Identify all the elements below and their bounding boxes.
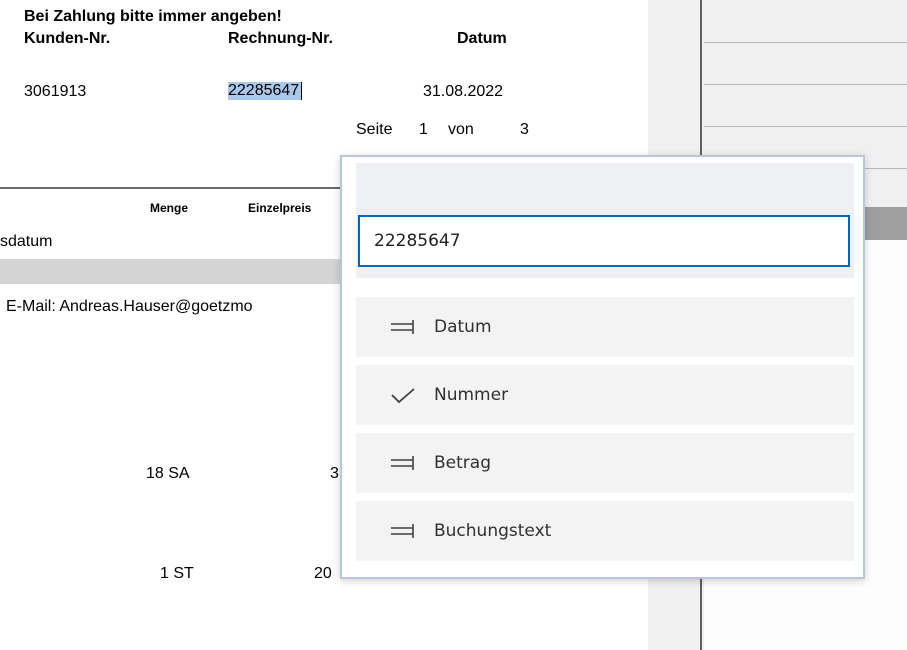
row-2-quantity: 1 ST	[160, 565, 194, 582]
date-value: 31.08.2022	[423, 83, 504, 100]
value-input[interactable]: 22285647	[358, 215, 850, 267]
column-quantity-header: Menge	[150, 201, 189, 215]
customer-number-value: 3061913	[24, 83, 87, 100]
side-panel-row-line	[704, 126, 907, 127]
invoice-number-value[interactable]: 22285647	[228, 82, 303, 100]
row-1-quantity: 18 SA	[146, 465, 190, 482]
assign-arrows-icon	[391, 456, 414, 470]
customer-number-label: Kunden-Nr.	[24, 30, 111, 47]
email-text: E-Mail: Andreas.Hauser@goetzmo	[6, 298, 253, 315]
option-label: Buchungstext	[434, 521, 552, 541]
page-current: 1	[419, 121, 428, 138]
column-unit-price-header: Einzelpreis	[248, 201, 312, 215]
side-panel-row-line	[704, 42, 907, 43]
side-panel-row-line	[704, 84, 907, 85]
page-of-label: von	[448, 121, 474, 138]
option-datum[interactable]: Datum	[356, 297, 854, 357]
row-2-price: 20	[314, 565, 332, 582]
row-1-price: 3	[330, 465, 339, 482]
page-total: 3	[520, 121, 529, 138]
assign-arrows-icon	[391, 524, 414, 538]
assign-arrows-icon	[391, 320, 414, 334]
checkmark-icon	[391, 388, 415, 404]
page-label: Seite	[356, 121, 393, 138]
option-label: Betrag	[434, 453, 491, 473]
option-nummer[interactable]: Nummer	[356, 365, 854, 425]
delivery-date-label: sdatum	[0, 233, 53, 250]
field-assign-popup: 22285647 Datum Nummer Betrag Buchungstex…	[340, 155, 865, 579]
option-label: Nummer	[434, 385, 509, 405]
payment-note: Bei Zahlung bitte immer angeben!	[24, 8, 282, 25]
invoice-number-label: Rechnung-Nr.	[228, 30, 333, 47]
option-betrag[interactable]: Betrag	[356, 433, 854, 493]
date-label: Datum	[457, 30, 507, 47]
option-buchungstext[interactable]: Buchungstext	[356, 501, 854, 561]
option-label: Datum	[434, 317, 492, 337]
